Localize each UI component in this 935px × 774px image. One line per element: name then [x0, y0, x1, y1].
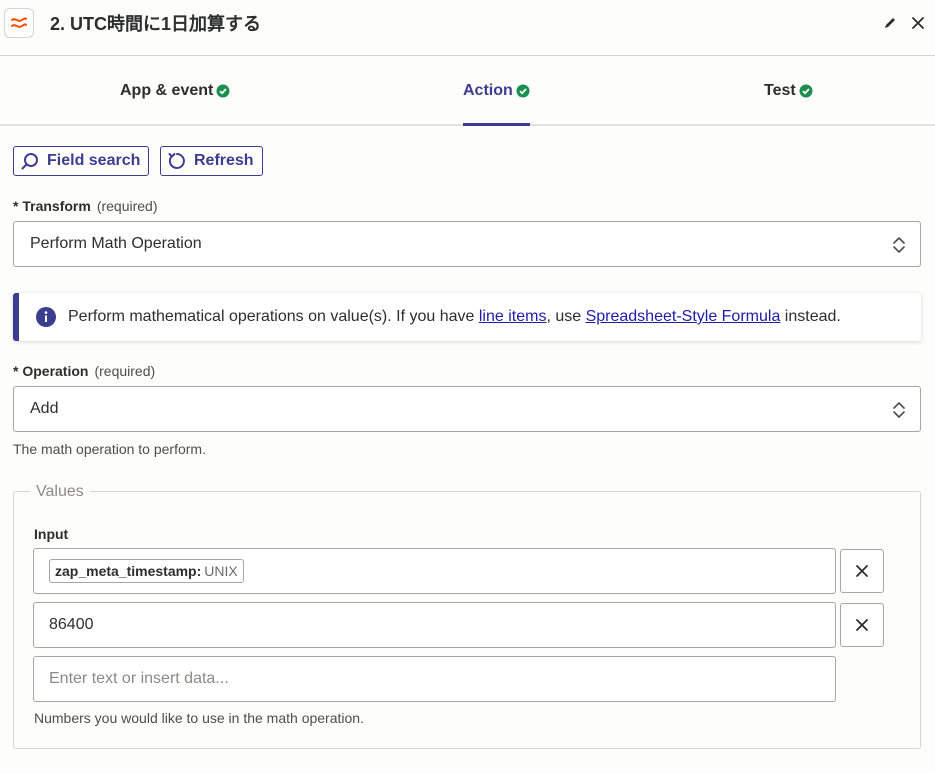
chevron-up-down-icon — [893, 402, 905, 418]
edit-title-button[interactable] — [881, 14, 899, 32]
pencil-icon — [885, 18, 895, 28]
remove-input-1-button[interactable] — [840, 549, 884, 593]
panel-header: 2. UTC時間に1日加算する — [0, 0, 935, 56]
refresh-label: Refresh — [194, 152, 254, 169]
check-circle-icon — [216, 84, 230, 98]
refresh-button[interactable]: Refresh — [160, 146, 263, 176]
info-banner: Perform mathematical operations on value… — [13, 293, 921, 341]
formatter-app-icon — [4, 8, 34, 38]
line-items-link[interactable]: line items — [479, 308, 547, 325]
close-icon — [856, 565, 868, 577]
operation-label-text: Operation — [22, 363, 89, 379]
data-pill[interactable]: zap_meta_timestamp: UNIX — [49, 559, 244, 583]
input-field-3[interactable]: Enter text or insert data... — [33, 656, 836, 702]
values-legend: Values — [30, 483, 90, 501]
operation-value: Add — [30, 400, 59, 417]
transform-select[interactable]: Perform Math Operation — [13, 221, 921, 267]
tab-label: App & event — [120, 82, 214, 99]
pill-field-name: zap_meta_timestamp: — [55, 563, 202, 579]
search-icon — [21, 153, 38, 170]
spreadsheet-formula-link[interactable]: Spreadsheet-Style Formula — [586, 308, 781, 325]
step-title: 2. UTC時間に1日加算する — [50, 14, 262, 34]
input-value: 86400 — [49, 616, 94, 633]
active-tab-indicator — [463, 123, 530, 126]
info-text: Perform mathematical operations on value… — [68, 308, 841, 325]
formatter-icon — [11, 17, 27, 28]
info-icon — [36, 307, 56, 327]
transform-label: * Transform (required) — [13, 198, 158, 214]
close-icon — [912, 17, 924, 29]
tab-action[interactable]: Action — [463, 56, 530, 126]
check-circle-icon — [516, 84, 530, 98]
values-help-text: Numbers you would like to use in the mat… — [34, 710, 364, 726]
operation-label: * Operation (required) — [13, 363, 156, 379]
input-label: Input — [34, 526, 69, 542]
close-icon — [856, 619, 868, 631]
required-text: (required) — [94, 363, 156, 379]
field-search-button[interactable]: Field search — [13, 146, 150, 176]
close-button[interactable] — [909, 14, 927, 32]
tab-test[interactable]: Test — [764, 56, 813, 126]
tab-app-event[interactable]: App & event — [120, 56, 230, 126]
operation-help-text: The math operation to perform. — [13, 441, 206, 457]
input-field-2[interactable]: 86400 — [33, 602, 836, 648]
tab-label: Test — [764, 82, 796, 99]
operation-select[interactable]: Add — [13, 386, 921, 432]
remove-input-2-button[interactable] — [840, 603, 884, 647]
field-search-label: Field search — [47, 152, 141, 169]
step-tabs: App & event Action Test — [0, 56, 935, 126]
input-field-1[interactable]: zap_meta_timestamp: UNIX — [33, 548, 836, 594]
pill-field-sub: UNIX — [204, 563, 238, 579]
check-circle-icon — [799, 84, 813, 98]
input-placeholder: Enter text or insert data... — [49, 670, 229, 687]
tab-label: Action — [463, 82, 513, 99]
transform-value: Perform Math Operation — [30, 235, 202, 252]
chevron-up-down-icon — [893, 237, 905, 253]
transform-label-text: Transform — [22, 198, 91, 214]
required-text: (required) — [96, 198, 158, 214]
refresh-icon — [168, 153, 185, 169]
